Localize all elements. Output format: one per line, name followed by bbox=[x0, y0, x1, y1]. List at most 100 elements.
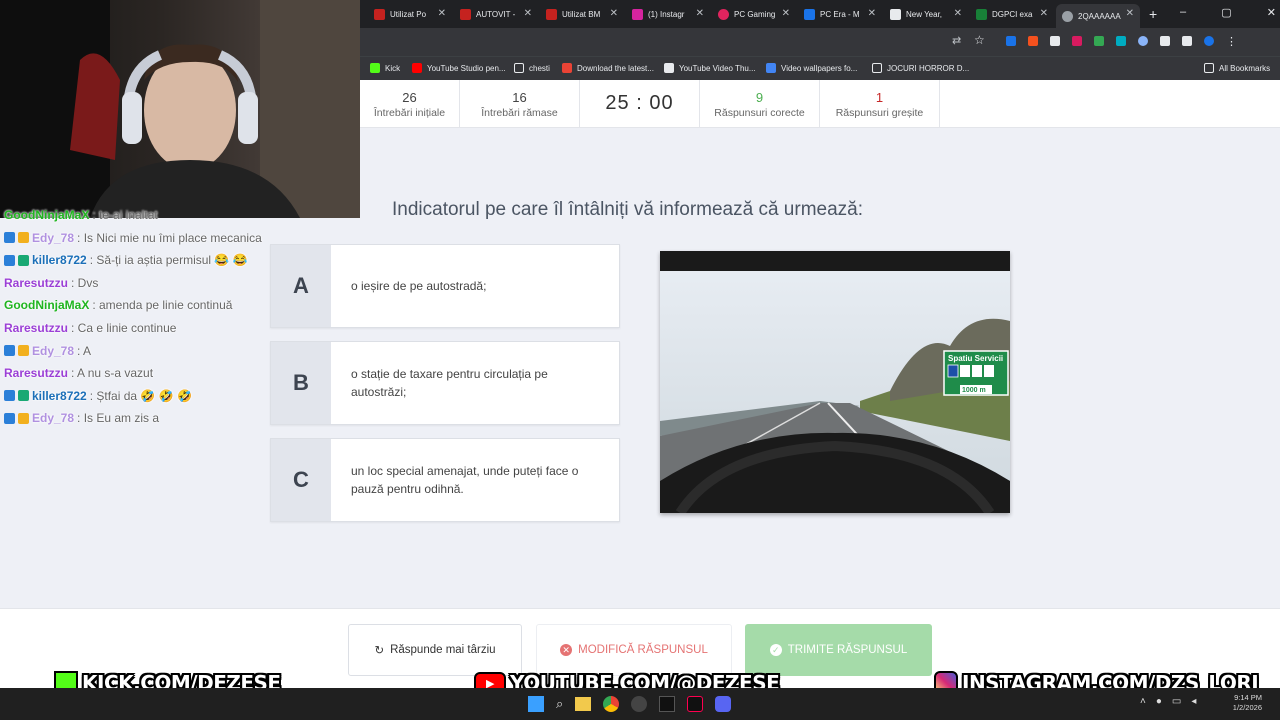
close-tab-icon[interactable]: ✕ bbox=[1040, 8, 1048, 19]
address-bar[interactable] bbox=[360, 31, 1010, 53]
bookmark-item[interactable]: Video wallpapers fo... bbox=[766, 63, 857, 73]
chat-badge-icon bbox=[4, 254, 15, 266]
refresh-icon: ↻ bbox=[374, 645, 385, 657]
chat-message-text: : Dvs bbox=[71, 275, 99, 290]
windows-start-icon[interactable] bbox=[528, 696, 544, 712]
chat-message: GoodNinjaMaX: te-ai inaltat bbox=[4, 208, 158, 222]
profile-avatar-icon[interactable] bbox=[1204, 36, 1214, 46]
tab-favicon-icon bbox=[804, 8, 815, 20]
browser-tab[interactable]: New Year, ✕ bbox=[884, 4, 968, 24]
bookmark-item[interactable]: Kick bbox=[370, 63, 400, 73]
volume-icon[interactable]: ◂ bbox=[1191, 696, 1196, 707]
browser-tab[interactable]: Utilizat BM ✕ bbox=[540, 4, 624, 24]
answer-letter: C bbox=[271, 439, 331, 521]
translate-icon[interactable]: ⇄ bbox=[952, 34, 961, 47]
service-icon bbox=[972, 365, 982, 377]
bookmark-item[interactable]: chesti bbox=[514, 63, 550, 73]
chat-message: Edy_78: A bbox=[4, 344, 91, 358]
close-tab-icon[interactable]: ✕ bbox=[696, 8, 704, 19]
browser-tab-active[interactable]: 2QAAAAAA ✕ bbox=[1056, 4, 1140, 28]
network-icon[interactable]: ▭ bbox=[1172, 696, 1181, 707]
tiktok-icon[interactable] bbox=[687, 696, 704, 712]
tray-chevron-icon[interactable]: ˄ bbox=[1140, 696, 1146, 707]
bookmark-site-icon bbox=[766, 63, 776, 73]
menu-kebab-icon[interactable]: ⋮ bbox=[1226, 36, 1237, 48]
close-tab-icon[interactable]: ✕ bbox=[610, 8, 618, 19]
chat-username[interactable]: Raresutzzu bbox=[4, 276, 68, 290]
extension-icon[interactable] bbox=[1094, 36, 1104, 46]
browser-tab[interactable]: (1) Instagr ✕ bbox=[626, 4, 710, 24]
chrome-icon[interactable] bbox=[603, 696, 620, 712]
chat-message-text: : Ca e linie continue bbox=[71, 321, 177, 335]
extension-icon[interactable] bbox=[1138, 36, 1148, 46]
chat-message: Raresutzzu: Dvs bbox=[4, 276, 98, 290]
file-explorer-icon[interactable] bbox=[575, 697, 592, 711]
chat-message: GoodNinjaMaX: amenda pe linie continuă bbox=[4, 298, 232, 312]
system-clock[interactable]: 9:14 PM 1/2/2026 bbox=[1212, 693, 1262, 713]
stream-chat: GoodNinjaMaX: te-ai inaltat Edy_78: Is Ni… bbox=[0, 208, 360, 440]
extension-icon[interactable] bbox=[1028, 36, 1038, 46]
close-tab-icon[interactable]: ✕ bbox=[524, 8, 532, 19]
chat-username[interactable]: Raresutzzu bbox=[4, 366, 68, 380]
extension-icon[interactable] bbox=[1006, 36, 1016, 46]
close-tab-icon[interactable]: ✕ bbox=[954, 8, 962, 19]
obs-icon[interactable] bbox=[631, 696, 648, 712]
chat-badge-icon bbox=[18, 412, 29, 424]
close-tab-icon[interactable]: ✕ bbox=[868, 8, 876, 19]
chat-username[interactable]: killer8722 bbox=[32, 389, 87, 403]
chat-username[interactable]: Raresutzzu bbox=[4, 321, 68, 335]
bookmarks-bar: Kick YouTube Studio pen... chesti Downlo… bbox=[360, 56, 1280, 80]
question-image: Spatiu Servicii 1000 m bbox=[660, 251, 1010, 513]
bookmark-item[interactable]: Download the latest... bbox=[562, 63, 654, 73]
chat-message-text: : te-ai inaltat bbox=[92, 208, 158, 222]
extension-icon[interactable] bbox=[1072, 36, 1082, 46]
window-close-icon[interactable]: ✕ bbox=[1267, 6, 1276, 22]
microphone-icon[interactable]: ● bbox=[1156, 696, 1162, 707]
tab-favicon-icon bbox=[546, 8, 557, 20]
tab-favicon-icon bbox=[718, 8, 729, 20]
tab-favicon-icon bbox=[976, 8, 987, 20]
chat-message-text: : Ștfai da 🤣 🤣 🤣 bbox=[89, 388, 192, 403]
extension-icon[interactable] bbox=[1116, 36, 1126, 46]
browser-tab[interactable]: PC Era - M ✕ bbox=[798, 4, 882, 24]
chat-badge-icon bbox=[4, 390, 15, 402]
new-tab-button[interactable]: + bbox=[1144, 4, 1164, 24]
browser-toolbar: ⇄ ☆ ⋮ bbox=[360, 28, 1280, 56]
puzzle-icon[interactable] bbox=[1160, 36, 1170, 46]
chat-message: Edy_78: Is Eu am zis a bbox=[4, 411, 159, 425]
bookmark-item[interactable]: YouTube Studio pen... bbox=[412, 63, 506, 73]
browser-tab[interactable]: DGPCI exa ✕ bbox=[970, 4, 1054, 24]
chat-username[interactable]: Edy_78 bbox=[32, 411, 74, 425]
browser-tab[interactable]: AUTOVIT - ✕ bbox=[454, 4, 538, 24]
bookmark-star-icon[interactable]: ☆ bbox=[974, 33, 985, 47]
bookmark-item[interactable]: YouTube Video Thu... bbox=[664, 63, 756, 73]
close-tab-icon[interactable]: ✕ bbox=[438, 8, 446, 19]
answer-text: un loc special amenajat, unde puteți fac… bbox=[351, 464, 579, 496]
all-bookmarks[interactable]: All Bookmarks bbox=[1204, 63, 1270, 73]
reading-list-icon[interactable] bbox=[1182, 36, 1192, 46]
chat-badge-icon bbox=[18, 390, 29, 402]
browser-tab[interactable]: PC Gaming ✕ bbox=[712, 4, 796, 24]
window-controls: – ▢ ✕ bbox=[1180, 6, 1276, 22]
answer-text: o ieșire de pe autostradă; bbox=[351, 279, 487, 293]
bookmark-item[interactable]: JOCURI HORROR D... bbox=[872, 63, 969, 73]
close-tab-icon[interactable]: ✕ bbox=[782, 8, 790, 19]
search-icon[interactable]: ⌕ bbox=[556, 696, 563, 712]
chat-username[interactable]: killer8722 bbox=[32, 253, 87, 267]
chat-username[interactable]: GoodNinjaMaX bbox=[4, 298, 89, 312]
chat-message-text: : Is Eu am zis a bbox=[77, 411, 160, 426]
close-tab-icon[interactable]: ✕ bbox=[1126, 8, 1134, 19]
chat-username[interactable]: GoodNinjaMaX bbox=[4, 208, 89, 222]
terminal-icon[interactable] bbox=[659, 696, 676, 712]
extension-icon[interactable] bbox=[1050, 36, 1060, 46]
folder-icon bbox=[872, 63, 882, 73]
stat-timer: 25 : 00 bbox=[580, 80, 700, 128]
minimize-icon[interactable]: – bbox=[1180, 6, 1186, 22]
chat-username[interactable]: Edy_78 bbox=[32, 231, 74, 245]
chat-username[interactable]: Edy_78 bbox=[32, 344, 74, 358]
discord-icon[interactable] bbox=[715, 696, 732, 712]
service-icon bbox=[960, 365, 970, 377]
browser-tab[interactable]: Utilizat Po ✕ bbox=[368, 4, 452, 24]
maximize-icon[interactable]: ▢ bbox=[1221, 6, 1231, 22]
answer-option-c[interactable]: C un loc special amenajat, unde puteți f… bbox=[270, 438, 620, 522]
